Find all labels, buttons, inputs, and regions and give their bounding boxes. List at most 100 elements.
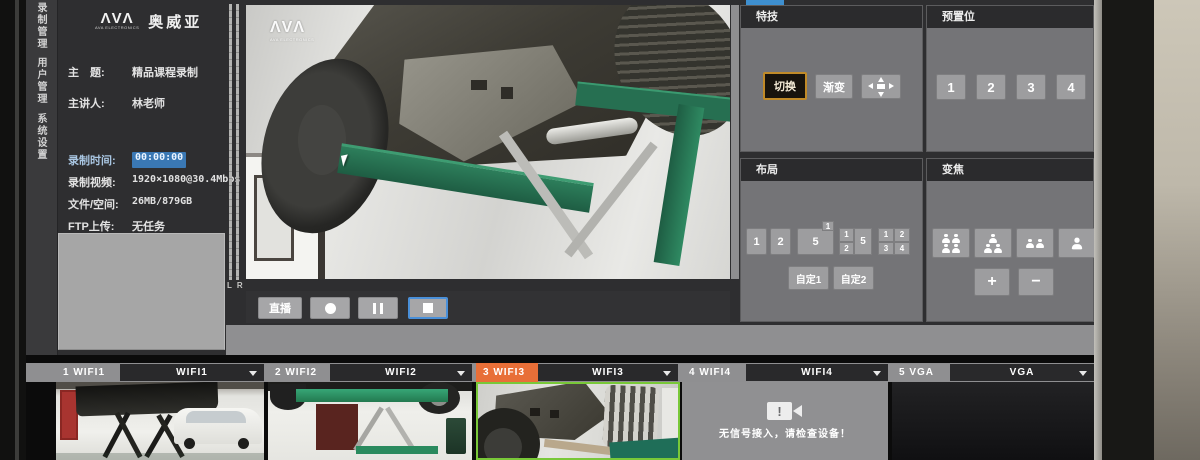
quad-cell-3: 3 [878, 242, 894, 256]
record-icon [325, 303, 336, 314]
lower-band [226, 325, 1094, 355]
pause-button[interactable] [358, 297, 398, 319]
ftp-upload-row: FTP上传: 无任务 [68, 218, 165, 234]
stop-button[interactable] [408, 297, 448, 319]
source-5-label: 5 VGA [892, 363, 950, 382]
layout-custom-2-button[interactable]: 自定2 [833, 266, 874, 290]
preset-1-button[interactable]: 1 [936, 74, 966, 100]
no-signal-message: 无信号接入，请检查设备！ [719, 425, 851, 440]
source-1-thumbnail[interactable] [56, 382, 264, 460]
group-3-icon-row2 [983, 244, 1003, 253]
lecturer-row: 主讲人: 林老师 [68, 95, 165, 111]
file-space-value: 26MB/879GB [132, 196, 192, 212]
lecturer-value: 林老师 [132, 95, 165, 111]
record-video-value: 1920×1080@30.4Mbps [132, 174, 240, 190]
record-video-label: 录制视频: [68, 174, 132, 190]
pip-sub-cell: 1 [822, 221, 834, 231]
monitor-bezel-left [0, 0, 26, 460]
scene-shape [484, 428, 522, 460]
video-watermark: ΛVΛ AVA ELECTRONICS [270, 19, 314, 42]
no-signal-camera-icon: ! [767, 402, 803, 420]
record-time-value: 00:00:00 [132, 152, 186, 168]
transport-bar: 直播 [246, 291, 730, 323]
scene-shape [356, 446, 438, 454]
source-4-label: 4 WIFI4 [682, 363, 746, 382]
audio-left-label: L [227, 281, 232, 290]
scene-shape [296, 389, 448, 402]
quad-cell-2: 2 [894, 228, 910, 242]
brand-name: 奥威亚 [148, 11, 202, 32]
monitor-bezel-right [1102, 0, 1154, 460]
layout-custom-1-button[interactable]: 自定1 [788, 266, 829, 290]
chevron-down-icon [873, 371, 881, 376]
zoom-out-button[interactable]: − [1018, 268, 1054, 296]
effect-switch-button[interactable]: 切换 [763, 72, 807, 100]
lecturer-label: 主讲人: [68, 95, 132, 111]
background-wall [1154, 0, 1200, 460]
layout-pip-button[interactable]: 5 1 [797, 228, 834, 255]
source-3-dropdown[interactable]: WIFI3 [538, 364, 678, 381]
zoom-single-person-button[interactable] [1058, 228, 1096, 258]
preset-3-button[interactable]: 3 [1016, 74, 1046, 100]
source-2-thumbnail[interactable] [268, 382, 472, 460]
topic-label: 主 题: [68, 64, 132, 80]
live-button[interactable]: 直播 [258, 297, 302, 319]
group-3-icon [988, 234, 998, 243]
source-5-thumbnail[interactable] [892, 382, 1094, 460]
zoom-in-button[interactable]: + [974, 268, 1010, 296]
source-2-label: 2 WIFI2 [268, 363, 330, 382]
split-cell-2: 2 [839, 242, 854, 256]
pause-icon [373, 303, 383, 314]
scene-shape [550, 410, 559, 418]
exclamation-mark: ! [777, 404, 781, 419]
chevron-down-icon [663, 371, 671, 376]
source-2-dropdown[interactable]: WIFI2 [330, 364, 472, 381]
presets-panel-title: 预置位 [927, 6, 1093, 28]
scene-shape [184, 438, 195, 449]
layout-single-1-button[interactable]: 1 [746, 228, 767, 255]
scene-shape [501, 87, 513, 99]
sidebar-item-recording-management[interactable]: 录制管理 [33, 2, 48, 50]
secondary-preview-placeholder [58, 233, 225, 350]
layout-single-2-button[interactable]: 2 [770, 228, 791, 255]
record-button[interactable] [310, 297, 350, 319]
ftp-upload-label: FTP上传: [68, 218, 132, 234]
stop-icon [423, 303, 433, 313]
zoom-group-3-button[interactable] [974, 228, 1012, 258]
scene-shape [471, 80, 487, 90]
watermark-ava-icon: ΛVΛ [270, 19, 314, 37]
zoom-group-2-button[interactable] [1016, 228, 1054, 258]
main-video-preview: ΛVΛ AVA ELECTRONICS [246, 5, 730, 279]
person-icon [1072, 239, 1082, 248]
effect-fade-button[interactable]: 渐变 [815, 74, 853, 99]
monitor-bezel-highlight [15, 0, 19, 460]
file-space-label: 文件/空间: [68, 196, 132, 212]
source-4-thumbnail-no-signal[interactable]: ! 无信号接入，请检查设备！ [682, 382, 888, 460]
preset-2-button[interactable]: 2 [976, 74, 1006, 100]
layout-split-button[interactable]: 1 5 2 [839, 228, 872, 255]
pan-control-button[interactable] [861, 74, 901, 99]
record-time-label: 录制时间: [68, 152, 132, 168]
chevron-down-icon [457, 371, 465, 376]
audio-meter-labels: LR [227, 281, 248, 290]
scene-shape [662, 388, 678, 442]
zoom-group-4-button[interactable] [932, 228, 970, 258]
scene-shape [238, 438, 249, 449]
layout-quad-button[interactable]: 1 2 3 4 [878, 228, 910, 255]
quad-cell-1: 1 [878, 228, 894, 242]
record-time-row: 录制时间: 00:00:00 [68, 152, 186, 168]
quad-cell-4: 4 [894, 242, 910, 256]
audio-meter-right [236, 4, 239, 280]
pip-main-cell: 5 [812, 236, 818, 248]
scene-shape [316, 404, 358, 450]
preset-4-button[interactable]: 4 [1056, 74, 1086, 100]
scrollbar[interactable] [731, 5, 739, 279]
sidebar-item-user-management[interactable]: 用户管理 [33, 57, 48, 105]
source-5-dropdown[interactable]: VGA [950, 364, 1094, 381]
source-3-thumbnail-selected[interactable] [476, 382, 680, 460]
record-video-row: 录制视频: 1920×1080@30.4Mbps [68, 174, 240, 190]
source-1-dropdown[interactable]: WIFI1 [120, 364, 264, 381]
source-4-dropdown[interactable]: WIFI4 [746, 364, 888, 381]
sidebar-item-system-settings[interactable]: 系统设置 [33, 113, 48, 161]
scene-shape [56, 453, 264, 460]
